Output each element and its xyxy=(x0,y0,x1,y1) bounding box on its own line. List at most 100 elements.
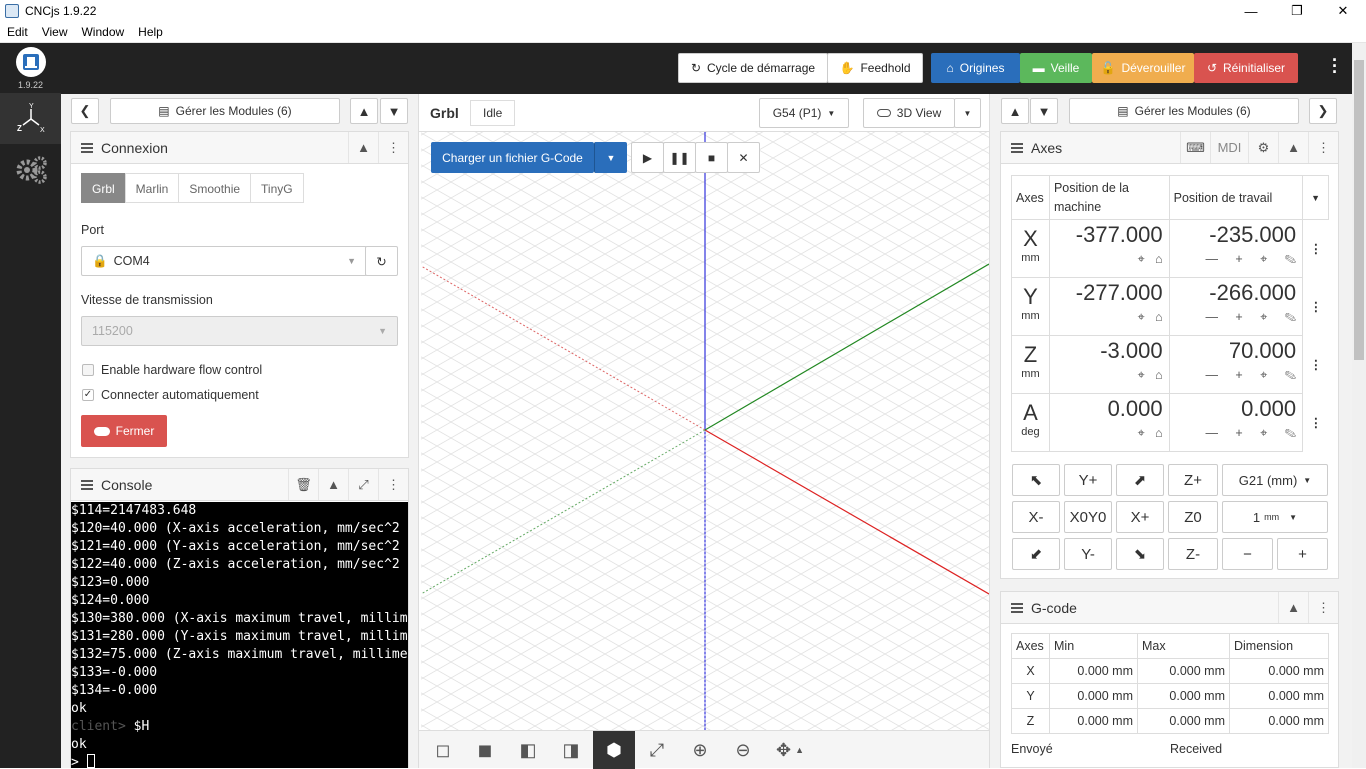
pause-button[interactable]: ❚❚ xyxy=(663,142,696,173)
plus-icon[interactable]: + xyxy=(1235,426,1242,440)
port-select[interactable]: 🔒 COM4 ▼ xyxy=(81,246,367,276)
scrollbar[interactable] xyxy=(1352,43,1366,768)
gear-icon[interactable]: ⚙ xyxy=(1248,132,1278,163)
home-icon[interactable]: ⌂ xyxy=(1155,368,1163,382)
manage-modules-left-button[interactable]: ▤ Gérer les Modules (6) xyxy=(110,98,340,124)
cycle-start-button[interactable]: ↻ Cycle de démarrage xyxy=(678,53,828,83)
map-marker-icon[interactable]: ⌖ xyxy=(1138,368,1145,382)
jog-x-plus[interactable]: X+ xyxy=(1116,501,1164,533)
step-dropdown[interactable]: 1 mm ▼ xyxy=(1222,501,1328,533)
sleep-button[interactable]: ▬ Veille xyxy=(1020,53,1092,83)
jog-z-minus[interactable]: Z- xyxy=(1168,538,1218,570)
minus-icon[interactable]: — xyxy=(1205,252,1218,266)
stop-button[interactable]: ■ xyxy=(695,142,728,173)
scrollbar-thumb[interactable] xyxy=(1354,60,1364,360)
tab-smoothie[interactable]: Smoothie xyxy=(178,173,252,203)
edit-icon[interactable]: ✎ xyxy=(1285,426,1296,440)
row-more-icon[interactable]: ⋮ xyxy=(1303,394,1329,452)
jog-y-minus[interactable]: Y- xyxy=(1064,538,1112,570)
load-gcode-button[interactable]: Charger un fichier G-Code xyxy=(431,142,594,173)
left-view-icon[interactable]: ◧ xyxy=(507,731,549,769)
3d-viewport[interactable]: Charger un fichier G-Code ▼ ▶ ❚❚ ■ ✕ xyxy=(421,132,989,730)
unlock-button[interactable]: 🔓 Déverouiller xyxy=(1092,53,1194,83)
plus-icon[interactable]: + xyxy=(1235,252,1242,266)
move-down-button[interactable]: ▼ xyxy=(380,98,408,124)
front-view-icon[interactable]: ◼ xyxy=(464,731,506,769)
map-marker-icon[interactable]: ⌖ xyxy=(1138,310,1145,324)
load-gcode-dropdown[interactable]: ▼ xyxy=(594,142,627,173)
3d-view-icon[interactable]: ⬢ xyxy=(593,731,635,769)
home-icon[interactable]: ⌂ xyxy=(1155,252,1163,266)
right-view-icon[interactable]: ◨ xyxy=(550,731,592,769)
jog-y-plus[interactable]: Y+ xyxy=(1064,464,1112,496)
map-marker-icon[interactable]: ⌖ xyxy=(1260,426,1267,440)
menu-icon[interactable] xyxy=(1011,602,1023,613)
collapse-connection-icon[interactable]: ▲ xyxy=(348,132,378,163)
minimize-button[interactable]: — xyxy=(1228,0,1274,22)
edit-icon[interactable]: ✎ xyxy=(1285,368,1296,382)
jog-x-plus-y-plus[interactable]: ⬈ xyxy=(1116,464,1164,496)
map-marker-icon[interactable]: ⌖ xyxy=(1260,310,1267,324)
cncjs-logo[interactable]: 1.9.22 xyxy=(0,43,61,93)
console-more-icon[interactable]: ⋮ xyxy=(378,469,408,500)
plus-icon[interactable]: + xyxy=(1235,310,1242,324)
jog-x-minus-y-plus[interactable]: ⬉ xyxy=(1012,464,1060,496)
collapse-axes-icon[interactable]: ▲ xyxy=(1278,132,1308,163)
tab-grbl[interactable]: Grbl xyxy=(81,173,126,203)
sidebar-item-settings[interactable] xyxy=(0,143,61,193)
trash-icon[interactable]: 🗑 xyxy=(288,469,318,500)
zoom-in-icon[interactable]: ⊕ xyxy=(679,731,721,769)
auto-connect-checkbox[interactable]: ✓ xyxy=(82,389,94,401)
fit-view-icon[interactable]: ⤢ xyxy=(636,731,678,769)
tab-tinyg[interactable]: TinyG xyxy=(250,173,304,203)
tab-marlin[interactable]: Marlin xyxy=(124,173,180,203)
menu-window[interactable]: Window xyxy=(74,25,131,39)
jog-z-plus[interactable]: Z+ xyxy=(1168,464,1218,496)
more-options-icon[interactable]: · · · xyxy=(1332,51,1338,81)
edit-icon[interactable]: ✎ xyxy=(1285,252,1296,266)
expand-icon[interactable]: ⤢ xyxy=(348,469,378,500)
feedhold-button[interactable]: ✋ Feedhold xyxy=(827,53,923,83)
jog-x-minus-y-minus[interactable]: ⬋ xyxy=(1012,538,1060,570)
gcode-more-icon[interactable]: ⋮ xyxy=(1308,592,1338,623)
minus-icon[interactable]: — xyxy=(1205,426,1218,440)
map-marker-icon[interactable]: ⌖ xyxy=(1138,426,1145,440)
axes-more-icon[interactable]: ⋮ xyxy=(1308,132,1338,163)
manage-modules-right-button[interactable]: ▤ Gérer les Modules (6) xyxy=(1069,98,1299,124)
unload-button[interactable]: ✕ xyxy=(727,142,760,173)
caret-down-icon[interactable]: ▼ xyxy=(1302,175,1329,220)
collapse-right-button[interactable]: ❯ xyxy=(1309,98,1337,124)
step-decrease-button[interactable]: − xyxy=(1222,538,1273,570)
view-mode-button[interactable]: 3D View xyxy=(863,98,955,128)
collapse-left-button[interactable]: ❮ xyxy=(71,98,99,124)
edit-icon[interactable]: ✎ xyxy=(1285,310,1296,324)
reset-button[interactable]: ↺ Réinitialiser xyxy=(1194,53,1298,83)
move-down-right-button[interactable]: ▼ xyxy=(1030,98,1058,124)
move-up-right-button[interactable]: ▲ xyxy=(1001,98,1029,124)
refresh-ports-button[interactable]: ↻ xyxy=(365,246,398,276)
map-marker-icon[interactable]: ⌖ xyxy=(1260,368,1267,382)
keyboard-icon[interactable]: ⌨ xyxy=(1180,132,1210,163)
restore-button[interactable]: ❐ xyxy=(1274,0,1320,22)
menu-icon[interactable] xyxy=(1011,142,1023,153)
minus-icon[interactable]: — xyxy=(1205,368,1218,382)
view-mode-dropdown[interactable]: ▼ xyxy=(954,98,981,128)
close-window-button[interactable]: ✕ xyxy=(1320,0,1366,22)
pan-icon[interactable]: ✥ ▲ xyxy=(765,731,815,769)
wcs-dropdown[interactable]: G54 (P1) ▼ xyxy=(759,98,849,128)
step-increase-button[interactable]: + xyxy=(1277,538,1328,570)
top-view-icon[interactable]: ◻ xyxy=(422,731,464,769)
map-marker-icon[interactable]: ⌖ xyxy=(1138,252,1145,266)
map-marker-icon[interactable]: ⌖ xyxy=(1260,252,1267,266)
jog-x-plus-y-minus[interactable]: ⬊ xyxy=(1116,538,1164,570)
go-to-xy-zero[interactable]: X0Y0 xyxy=(1064,501,1112,533)
collapse-gcode-icon[interactable]: ▲ xyxy=(1278,592,1308,623)
menu-help[interactable]: Help xyxy=(131,25,170,39)
menu-icon[interactable] xyxy=(81,479,93,490)
home-icon[interactable]: ⌂ xyxy=(1155,310,1163,324)
move-up-button[interactable]: ▲ xyxy=(350,98,378,124)
home-icon[interactable]: ⌂ xyxy=(1155,426,1163,440)
flow-control-checkbox[interactable] xyxy=(82,364,94,376)
baud-select[interactable]: 115200 ▼ xyxy=(81,316,398,346)
units-dropdown[interactable]: G21 (mm) ▼ xyxy=(1222,464,1328,496)
